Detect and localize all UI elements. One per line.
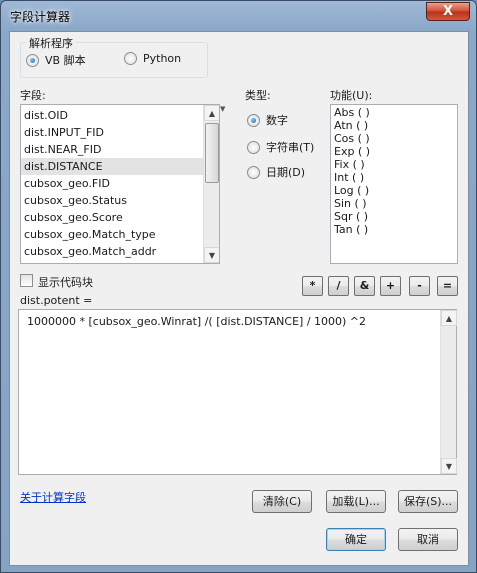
type-number-label: 数字: [266, 114, 288, 127]
type-number-option[interactable]: 数字: [247, 112, 288, 128]
title-bar[interactable]: 字段计算器 X: [1, 1, 476, 31]
parser-python-option[interactable]: Python: [124, 52, 181, 65]
concat-operator-button[interactable]: &: [354, 276, 375, 296]
parser-python-label: Python: [143, 52, 182, 65]
sort-arrow-icon[interactable]: ▼: [220, 105, 225, 113]
clear-button[interactable]: 清除(C): [252, 490, 312, 513]
functions-label: 功能(U):: [330, 89, 373, 102]
expression-scrollbar[interactable]: ▲ ▼: [440, 310, 457, 474]
scroll-up-icon[interactable]: ▲: [441, 310, 457, 326]
type-label: 类型:: [245, 89, 271, 102]
multiply-operator-button[interactable]: *: [302, 276, 323, 296]
close-button[interactable]: X: [426, 2, 470, 21]
field-item-selected[interactable]: dist.DISTANCE: [21, 158, 219, 175]
radio-unselected-icon[interactable]: [124, 52, 137, 65]
save-button[interactable]: 保存(S)...: [398, 490, 458, 513]
function-item[interactable]: Abs ( ): [331, 106, 457, 119]
radio-unselected-icon[interactable]: [247, 140, 260, 154]
divide-operator-button[interactable]: /: [328, 276, 349, 296]
window-title: 字段计算器: [10, 10, 71, 24]
expression-label: dist.potent =: [20, 294, 93, 307]
parser-group: 解析程序 VB 脚本 Python: [20, 35, 208, 78]
expression-textarea[interactable]: 1000000 * [cubsox_geo.Winrat] /( [dist.D…: [18, 309, 457, 475]
field-item[interactable]: cubsox_geo.Score: [21, 209, 219, 226]
functions-list[interactable]: Abs ( ) Atn ( ) Cos ( ) Exp ( ) Fix ( ) …: [330, 104, 458, 264]
function-item[interactable]: Tan ( ): [331, 223, 457, 236]
function-item[interactable]: Cos ( ): [331, 132, 457, 145]
field-item[interactable]: cubsox_geo.FID: [21, 175, 219, 192]
radio-selected-icon[interactable]: [26, 53, 39, 67]
function-item[interactable]: Atn ( ): [331, 119, 457, 132]
radio-unselected-icon[interactable]: [247, 165, 260, 179]
field-item[interactable]: cubsox_geo.Match_type: [21, 226, 219, 243]
scroll-down-icon[interactable]: ▼: [204, 247, 219, 263]
scroll-down-icon[interactable]: ▼: [441, 458, 457, 474]
radio-selected-icon[interactable]: [247, 113, 260, 127]
show-codeblock-checkbox[interactable]: [20, 274, 33, 287]
function-item[interactable]: Log ( ): [331, 184, 457, 197]
scroll-thumb[interactable]: [205, 123, 219, 183]
equals-operator-button[interactable]: =: [437, 276, 458, 296]
parser-group-title: 解析程序: [27, 35, 75, 51]
function-item[interactable]: Int ( ): [331, 171, 457, 184]
ok-button[interactable]: 确定: [326, 528, 386, 551]
field-calculator-window: 字段计算器 X 解析程序 VB 脚本 Python 字段: dist.OID d…: [0, 0, 477, 573]
field-item[interactable]: dist.OID: [21, 107, 219, 124]
cancel-button[interactable]: 取消: [398, 528, 458, 551]
minus-operator-button[interactable]: -: [409, 276, 430, 296]
type-date-label: 日期(D): [266, 166, 306, 179]
field-item[interactable]: dist.NEAR_FID: [21, 141, 219, 158]
dialog-body: 解析程序 VB 脚本 Python 字段: dist.OID dist.INPU…: [9, 31, 469, 566]
type-string-label: 字符串(T): [266, 141, 315, 154]
expression-text[interactable]: 1000000 * [cubsox_geo.Winrat] /( [dist.D…: [27, 315, 366, 328]
scroll-up-icon[interactable]: ▲: [204, 105, 219, 121]
field-item[interactable]: cubsox_geo.Status: [21, 192, 219, 209]
show-codeblock-label: 显示代码块: [38, 276, 93, 289]
help-link[interactable]: 关于计算字段: [20, 489, 86, 505]
fields-list[interactable]: dist.OID dist.INPUT_FID dist.NEAR_FID di…: [20, 104, 220, 264]
function-item[interactable]: Fix ( ): [331, 158, 457, 171]
function-item[interactable]: Sin ( ): [331, 197, 457, 210]
function-item[interactable]: Sqr ( ): [331, 210, 457, 223]
field-item[interactable]: dist.INPUT_FID: [21, 124, 219, 141]
load-button[interactable]: 加载(L)...: [326, 490, 386, 513]
parser-vbscript-label: VB 脚本: [45, 54, 86, 67]
field-item[interactable]: cubsox_geo.Match_addr: [21, 243, 219, 260]
fields-scrollbar[interactable]: ▲ ▼: [203, 105, 219, 263]
plus-operator-button[interactable]: +: [380, 276, 401, 296]
type-date-option[interactable]: 日期(D): [247, 164, 305, 180]
type-string-option[interactable]: 字符串(T): [247, 139, 314, 155]
function-item[interactable]: Exp ( ): [331, 145, 457, 158]
fields-label: 字段:: [20, 89, 46, 102]
parser-vbscript-option[interactable]: VB 脚本: [26, 52, 86, 68]
